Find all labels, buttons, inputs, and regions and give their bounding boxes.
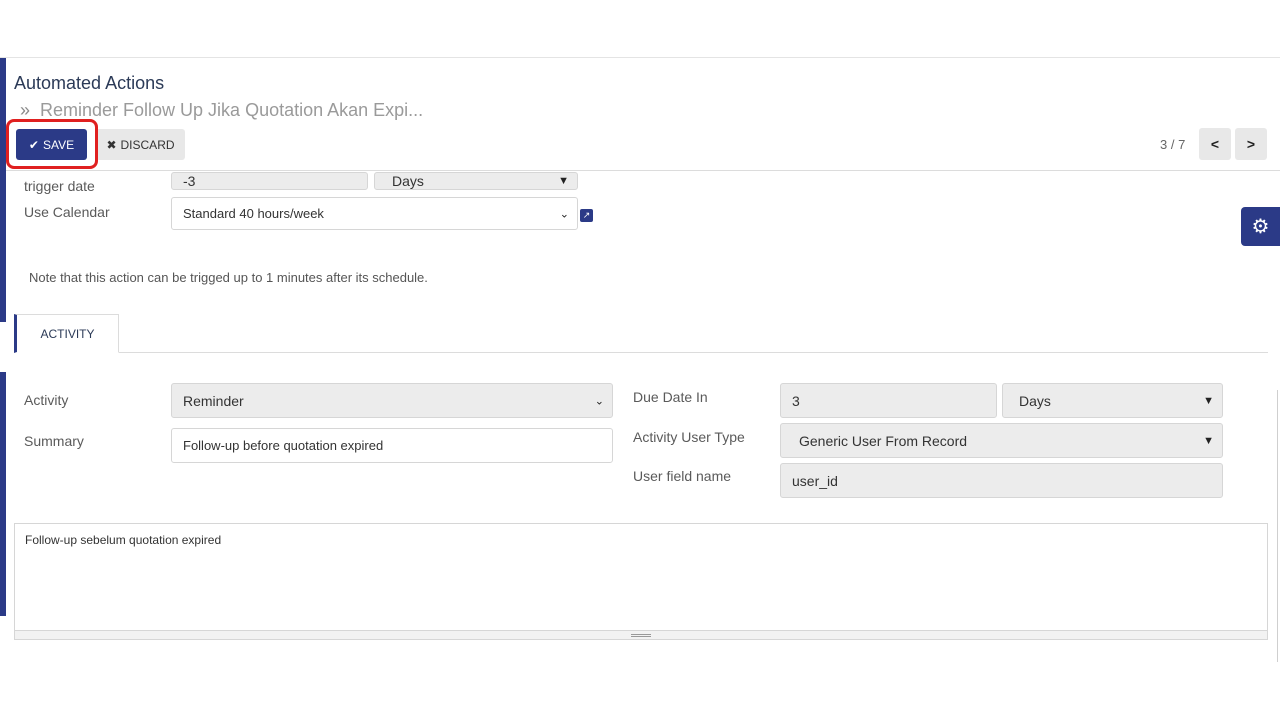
trigger-delay-input[interactable]: -3 bbox=[171, 172, 368, 190]
scroll-edge bbox=[1277, 390, 1278, 662]
note-editor-text: Follow-up sebelum quotation expired bbox=[25, 533, 222, 547]
chevron-left-icon: < bbox=[1210, 136, 1220, 152]
external-link-icon[interactable]: ↗ bbox=[580, 209, 593, 222]
summary-label: Summary bbox=[24, 433, 84, 449]
editor-resize-handle[interactable] bbox=[14, 631, 1268, 640]
tab-divider bbox=[14, 352, 1268, 353]
discard-label: DISCARD bbox=[120, 137, 175, 152]
discard-button[interactable]: ✖ DISCARD bbox=[96, 129, 185, 160]
activity-label: Activity bbox=[24, 392, 69, 408]
grip-icon bbox=[631, 633, 651, 637]
schedule-note: Note that this action can be trigged up … bbox=[29, 270, 428, 285]
trigger-delay-unit-select[interactable]: Days ▼ bbox=[374, 172, 578, 190]
chevron-down-icon: ▼ bbox=[558, 175, 569, 187]
user-field-name-label: User field name bbox=[633, 468, 732, 484]
summary-value: Follow-up before quotation expired bbox=[183, 438, 384, 453]
summary-input[interactable]: Follow-up before quotation expired bbox=[171, 428, 613, 463]
due-date-unit-select[interactable]: Days ▼ bbox=[1002, 383, 1223, 418]
trigger-delay-unit-value: Days bbox=[392, 173, 424, 189]
activity-user-type-select[interactable]: Generic User From Record ▼ bbox=[780, 423, 1223, 458]
activity-value: Reminder bbox=[183, 392, 244, 409]
pager-next-button[interactable]: > bbox=[1235, 128, 1267, 160]
activity-user-type-value: Generic User From Record bbox=[799, 432, 968, 449]
gear-icon[interactable]: ⚙ bbox=[1241, 207, 1280, 246]
control-panel: Automated Actions » Reminder Follow Up J… bbox=[6, 59, 1280, 171]
use-calendar-select[interactable]: Standard 40 hours/week ⌄ bbox=[171, 197, 578, 230]
save-highlight-annotation bbox=[6, 119, 98, 169]
tab-activity[interactable]: ACTIVITY bbox=[14, 314, 119, 353]
top-gap bbox=[0, 0, 1280, 58]
user-field-name-value: user_id bbox=[792, 472, 838, 489]
due-date-input[interactable]: 3 bbox=[780, 383, 997, 418]
due-date-value: 3 bbox=[792, 392, 800, 409]
left-accent-bar bbox=[0, 372, 6, 616]
trigger-delay-value: -3 bbox=[183, 173, 196, 189]
chevron-down-icon: ⌄ bbox=[594, 395, 604, 407]
note-editor[interactable]: Follow-up sebelum quotation expired bbox=[14, 523, 1268, 631]
chevron-down-icon: ⌄ bbox=[559, 208, 569, 220]
chevron-down-icon: ▼ bbox=[1203, 434, 1214, 447]
activity-select[interactable]: Reminder ⌄ bbox=[171, 383, 613, 418]
use-calendar-value: Standard 40 hours/week bbox=[183, 206, 324, 221]
breadcrumb-separator: » bbox=[20, 100, 31, 120]
user-field-name-input[interactable]: user_id bbox=[780, 463, 1223, 498]
chevron-down-icon: ▼ bbox=[1203, 394, 1214, 407]
tab-activity-label: ACTIVITY bbox=[40, 326, 95, 341]
use-calendar-label: Use Calendar bbox=[24, 204, 110, 220]
activity-user-type-label: Activity User Type bbox=[633, 429, 745, 445]
due-date-unit-value: Days bbox=[1019, 392, 1051, 409]
pager-counter: 3 / 7 bbox=[1160, 137, 1186, 152]
breadcrumb-root[interactable]: Automated Actions bbox=[14, 73, 164, 94]
pager-previous-button[interactable]: < bbox=[1199, 128, 1231, 160]
trigger-date-label: trigger date bbox=[24, 178, 95, 194]
chevron-right-icon: > bbox=[1246, 136, 1256, 152]
bottom-gap bbox=[0, 662, 1280, 720]
breadcrumb-current: Reminder Follow Up Jika Quotation Akan E… bbox=[40, 100, 424, 120]
x-icon: ✖ bbox=[106, 137, 117, 152]
due-date-label: Due Date In bbox=[633, 389, 708, 405]
